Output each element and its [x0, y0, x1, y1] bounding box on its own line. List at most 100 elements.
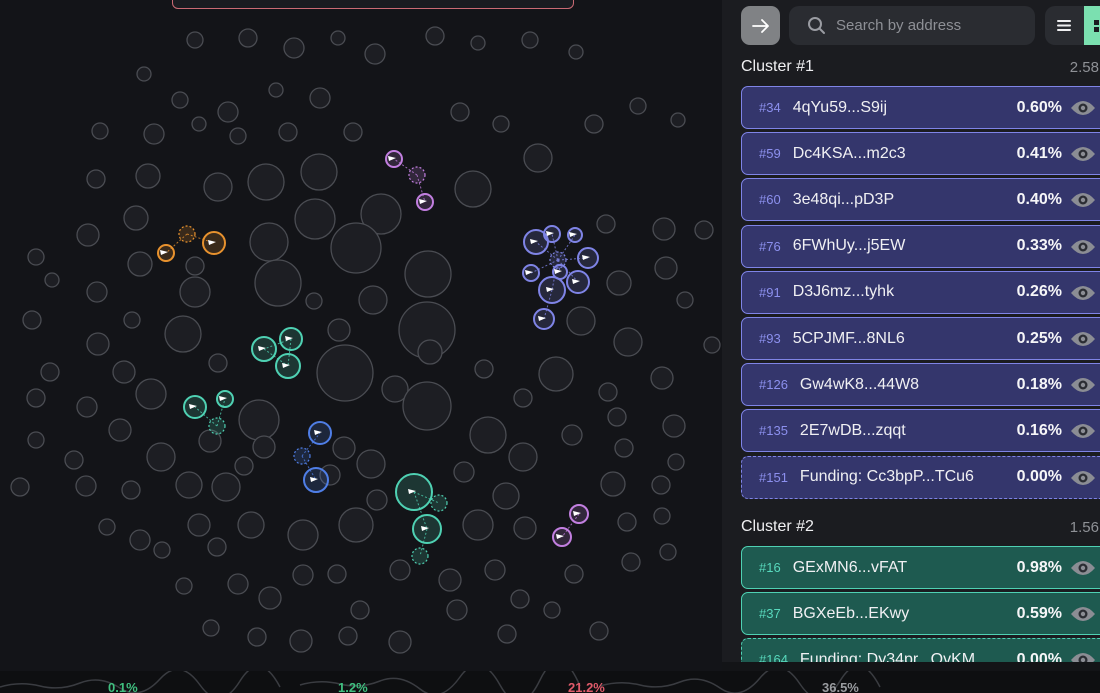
- holder-bubble[interactable]: [358, 285, 388, 315]
- holder-bubble[interactable]: [621, 552, 641, 572]
- eye-icon[interactable]: [1070, 142, 1096, 166]
- holder-bubble[interactable]: [343, 122, 363, 142]
- holder-bubble[interactable]: [40, 362, 60, 382]
- holder-bubble[interactable]: [538, 356, 574, 392]
- holder-row[interactable]: #59 Dc4KSA...m2c3 0.41%: [741, 132, 1100, 176]
- holder-bubble[interactable]: [617, 512, 637, 532]
- holder-bubble[interactable]: [278, 122, 298, 142]
- holder-bubble[interactable]: [186, 31, 204, 49]
- cluster-bubble[interactable]: [178, 225, 196, 243]
- holder-bubble[interactable]: [249, 222, 289, 262]
- holder-bubble[interactable]: [238, 28, 258, 48]
- cluster-bubble[interactable]: [566, 270, 590, 294]
- holder-bubble[interactable]: [389, 559, 411, 581]
- eye-icon[interactable]: [1070, 419, 1096, 443]
- holder-bubble[interactable]: [123, 311, 141, 329]
- holder-bubble[interactable]: [187, 513, 211, 537]
- cluster-bubble[interactable]: [577, 247, 599, 269]
- holder-bubble[interactable]: [203, 172, 233, 202]
- holder-bubble[interactable]: [268, 82, 284, 98]
- cluster-bubble[interactable]: [303, 467, 329, 493]
- cluster-bubble[interactable]: [430, 494, 448, 512]
- holder-bubble[interactable]: [659, 543, 677, 561]
- holder-bubble[interactable]: [252, 435, 276, 459]
- cluster-bubble[interactable]: [416, 193, 434, 211]
- holder-bubble[interactable]: [654, 256, 678, 280]
- holder-bubble[interactable]: [86, 281, 108, 303]
- cluster-bubble[interactable]: [308, 421, 332, 445]
- cluster-bubble[interactable]: [216, 390, 234, 408]
- holder-bubble[interactable]: [338, 507, 374, 543]
- holder-bubble[interactable]: [175, 577, 193, 595]
- holder-bubble[interactable]: [229, 127, 247, 145]
- holder-bubble[interactable]: [474, 359, 494, 379]
- holder-bubble[interactable]: [650, 366, 674, 390]
- holder-bubble[interactable]: [332, 436, 356, 460]
- eye-icon[interactable]: [1070, 327, 1096, 351]
- holder-bubble[interactable]: [22, 310, 42, 330]
- cluster-bubble[interactable]: [412, 514, 442, 544]
- holder-bubble[interactable]: [44, 272, 60, 288]
- cluster-bubble[interactable]: [552, 527, 572, 547]
- holder-bubble[interactable]: [438, 568, 462, 592]
- bubble-map-canvas[interactable]: [0, 0, 722, 671]
- holder-bubble[interactable]: [64, 450, 84, 470]
- eye-icon[interactable]: [1070, 602, 1096, 626]
- holder-bubble[interactable]: [523, 143, 553, 173]
- cluster-bubble[interactable]: [533, 308, 555, 330]
- holder-bubble[interactable]: [561, 424, 583, 446]
- holder-bubble[interactable]: [510, 589, 530, 609]
- holder-bubble[interactable]: [492, 115, 510, 133]
- holder-bubble[interactable]: [330, 30, 346, 46]
- holder-bubble[interactable]: [446, 599, 468, 621]
- holder-bubble[interactable]: [234, 456, 254, 476]
- cluster-bubble[interactable]: [385, 150, 403, 168]
- holder-bubble[interactable]: [305, 292, 323, 310]
- holder-bubble[interactable]: [283, 37, 305, 59]
- cluster-bubble[interactable]: [202, 231, 226, 255]
- holder-row[interactable]: #16 GExMN6...vFAT 0.98%: [741, 546, 1100, 589]
- search-input[interactable]: [836, 17, 1026, 34]
- holder-bubble[interactable]: [338, 626, 358, 646]
- holder-bubble[interactable]: [237, 511, 265, 539]
- holder-bubble[interactable]: [86, 332, 110, 356]
- holder-bubble[interactable]: [289, 629, 313, 653]
- holder-bubble[interactable]: [564, 564, 584, 584]
- holder-bubble[interactable]: [146, 442, 176, 472]
- holder-bubble[interactable]: [404, 250, 452, 298]
- holder-bubble[interactable]: [606, 270, 632, 296]
- cluster-bubble[interactable]: [395, 473, 433, 511]
- holder-bubble[interactable]: [584, 114, 604, 134]
- holder-bubble[interactable]: [207, 537, 227, 557]
- holder-bubble[interactable]: [98, 518, 116, 536]
- cluster-bubble[interactable]: [522, 264, 540, 282]
- cluster-bubble[interactable]: [157, 244, 175, 262]
- eye-icon[interactable]: [1070, 188, 1096, 212]
- holder-bubble[interactable]: [127, 251, 153, 277]
- holder-bubble[interactable]: [613, 327, 643, 357]
- holder-bubble[interactable]: [450, 102, 470, 122]
- holder-bubble[interactable]: [258, 586, 282, 610]
- cluster-bubble[interactable]: [569, 504, 589, 524]
- holder-bubble[interactable]: [667, 453, 685, 471]
- holder-bubble[interactable]: [492, 482, 520, 510]
- holder-bubble[interactable]: [694, 220, 714, 240]
- holder-bubble[interactable]: [469, 416, 507, 454]
- holder-bubble[interactable]: [462, 509, 494, 541]
- holder-bubble[interactable]: [121, 480, 141, 500]
- holder-bubble[interactable]: [123, 205, 149, 231]
- holder-bubble[interactable]: [27, 248, 45, 266]
- eye-icon[interactable]: [1070, 648, 1096, 662]
- holder-bubble[interactable]: [191, 116, 207, 132]
- holder-row[interactable]: #93 5CPJMF...8NL6 0.25%: [741, 317, 1100, 360]
- eye-icon[interactable]: [1070, 281, 1096, 305]
- holder-bubble[interactable]: [135, 378, 167, 410]
- holder-bubble[interactable]: [26, 388, 46, 408]
- holder-bubble[interactable]: [703, 336, 721, 354]
- holder-bubble[interactable]: [513, 388, 533, 408]
- cluster-bubble[interactable]: [538, 276, 566, 304]
- holder-bubble[interactable]: [566, 306, 596, 336]
- holder-bubble[interactable]: [76, 396, 98, 418]
- holder-bubble[interactable]: [662, 414, 686, 438]
- holder-bubble[interactable]: [614, 438, 634, 458]
